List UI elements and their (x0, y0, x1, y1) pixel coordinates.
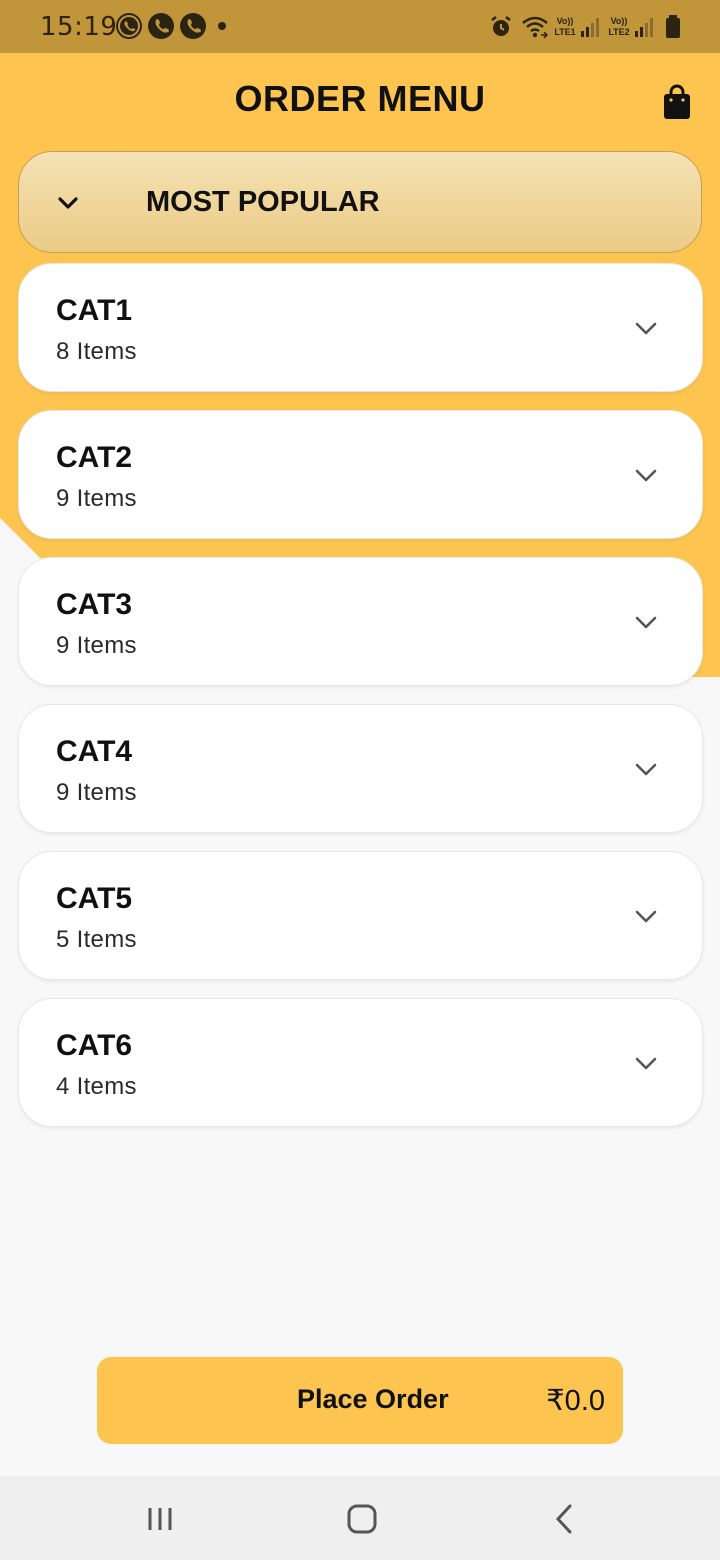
category-card-cat2[interactable]: CAT2 9 Items (18, 410, 703, 539)
system-navigation-bar (0, 1476, 720, 1560)
battery-icon (666, 15, 680, 38)
category-name: CAT1 (56, 294, 133, 327)
category-name: CAT4 (56, 735, 133, 768)
category-card-cat6[interactable]: CAT6 4 Items (18, 998, 703, 1127)
place-order-label: Place Order (297, 1384, 449, 1414)
most-popular-dropdown[interactable]: MOST POPULAR (18, 151, 702, 253)
category-card-cat4[interactable]: CAT4 9 Items (18, 704, 703, 833)
category-card-cat1[interactable]: CAT1 8 Items (18, 263, 703, 392)
category-item-count: 9 Items (56, 485, 137, 512)
back-icon (555, 1504, 572, 1534)
category-item-count: 4 Items (56, 1073, 137, 1100)
sim2-lte-label: LTE2 (608, 27, 630, 37)
home-button[interactable] (342, 1502, 382, 1536)
notification-dot (218, 22, 226, 30)
category-name: CAT5 (56, 882, 133, 915)
category-name: CAT6 (56, 1029, 133, 1062)
chevron-down-icon (635, 910, 657, 923)
place-order-button[interactable]: Place Order ₹0.0 (97, 1357, 623, 1444)
chevron-down-icon (635, 1057, 657, 1070)
page-title: ORDER MENU (234, 78, 486, 119)
chevron-down-icon (58, 197, 78, 209)
whatsapp-icon (116, 13, 142, 39)
status-bar: 15:19 Vo)) LTE1 Vo)) LTE2 (0, 0, 720, 53)
home-icon (347, 1504, 377, 1534)
chevron-down-icon (635, 469, 657, 482)
order-total: ₹0.0 (546, 1385, 605, 1417)
chevron-down-icon (635, 763, 657, 776)
signal-icon (635, 18, 653, 37)
chevron-down-icon (635, 322, 657, 335)
sim1-lte-label: LTE1 (554, 27, 576, 37)
phone-icon (180, 13, 206, 39)
recent-apps-icon (148, 1508, 172, 1530)
category-name: CAT3 (56, 588, 133, 621)
category-item-count: 9 Items (56, 632, 137, 659)
chevron-down-icon (635, 616, 657, 629)
recent-apps-button[interactable] (140, 1502, 180, 1536)
category-card-cat5[interactable]: CAT5 5 Items (18, 851, 703, 980)
most-popular-label: MOST POPULAR (146, 186, 380, 218)
sim1-volte-text: Vo)) (556, 16, 574, 26)
sim1-indicator: Vo)) LTE1 (552, 14, 606, 40)
alarm-icon (491, 16, 511, 36)
category-name: CAT2 (56, 441, 133, 474)
category-item-count: 5 Items (56, 926, 137, 953)
cart-button[interactable] (660, 84, 694, 120)
category-card-cat3[interactable]: CAT3 9 Items (18, 557, 703, 686)
sim2-volte-text: Vo)) (610, 16, 628, 26)
wifi-icon (522, 16, 549, 39)
back-button[interactable] (544, 1502, 584, 1536)
sim2-indicator: Vo)) LTE2 (606, 14, 660, 40)
phone-icon (148, 13, 174, 39)
status-time: 15:19 (40, 12, 118, 42)
shopping-bag-icon (664, 84, 690, 119)
category-item-count: 9 Items (56, 779, 137, 806)
category-item-count: 8 Items (56, 338, 137, 365)
signal-icon (581, 18, 599, 37)
